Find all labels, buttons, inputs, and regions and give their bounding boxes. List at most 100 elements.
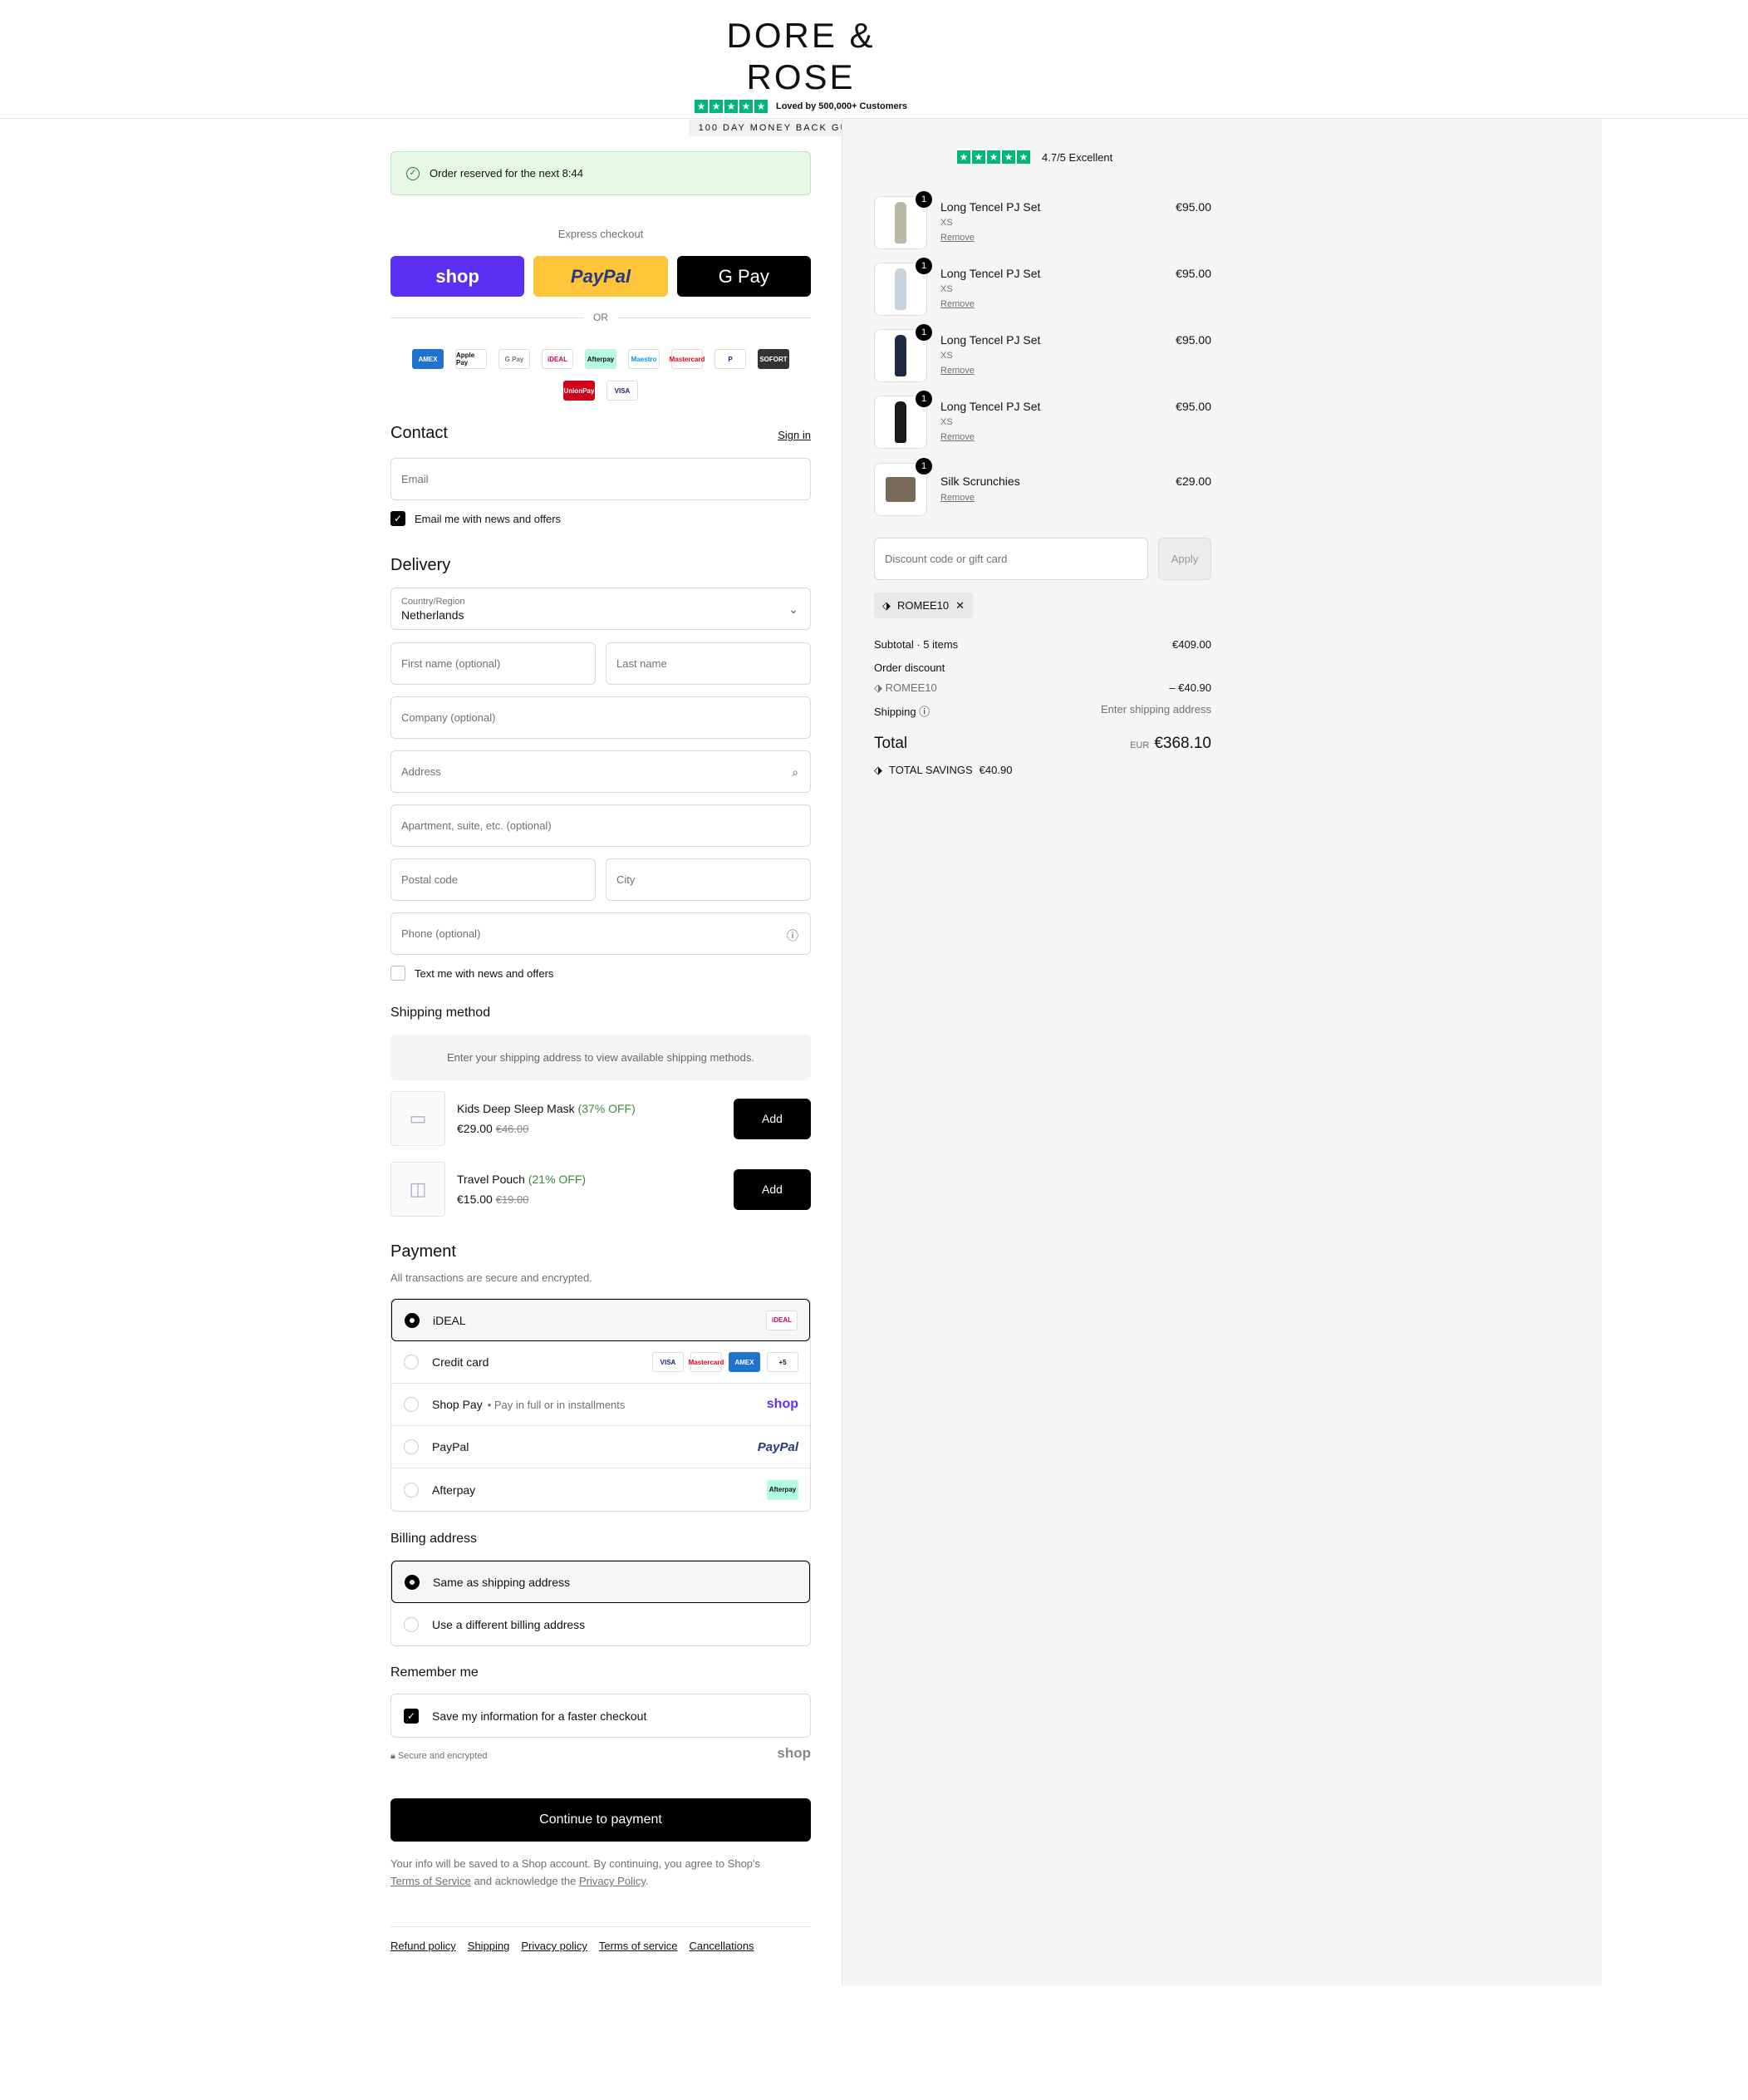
- radio-unselected-icon[interactable]: [404, 1482, 419, 1498]
- unionpay-icon: UnionPay: [563, 381, 595, 401]
- shipping-method-info: Enter your shipping address to view avai…: [390, 1035, 811, 1080]
- cart-item: 1 Long Tencel PJ Set XS Remove €95.00: [874, 258, 1211, 317]
- paypal-logo: PayPal: [757, 1439, 798, 1454]
- express-checkout-buttons: shop PayPal G Pay: [390, 256, 811, 297]
- continue-to-payment-button[interactable]: Continue to payment: [390, 1798, 811, 1842]
- billing-title: Billing address: [390, 1532, 478, 1546]
- sign-in-link[interactable]: Sign in: [778, 429, 811, 441]
- postal-code-field[interactable]: Postal code: [390, 858, 596, 901]
- quantity-badge: 1: [916, 391, 932, 407]
- visa-icon: VISA: [652, 1352, 684, 1372]
- mastercard-icon: Mastercard: [689, 1352, 724, 1372]
- sms-checkbox-row[interactable]: Text me with news and offers: [390, 966, 553, 981]
- shipping-method-title: Shipping method: [390, 1006, 491, 1020]
- remove-link[interactable]: Remove: [940, 432, 975, 442]
- maestro-icon: Maestro: [628, 349, 660, 369]
- apply-button[interactable]: Apply: [1158, 538, 1211, 580]
- phone-field[interactable]: Phone (optional) ⓘ: [390, 912, 811, 955]
- last-name-field[interactable]: Last name: [606, 642, 811, 685]
- order-discount-row: Order discount: [874, 661, 945, 674]
- help-icon[interactable]: ⓘ: [919, 706, 930, 718]
- trust-row: ★ ★ ★ ★ ★ Loved by 500,000+ Customers: [685, 100, 917, 113]
- secure-note: 🔒︎ Secure and encrypted: [390, 1751, 488, 1761]
- address-field[interactable]: Address ⌕: [390, 750, 811, 793]
- refund-policy-link[interactable]: Refund policy: [390, 1940, 456, 1952]
- sofort-icon: SOFORT: [758, 349, 789, 369]
- shop-pay-button[interactable]: shop: [390, 256, 525, 297]
- payment-option-afterpay[interactable]: Afterpay Afterpay: [391, 1468, 810, 1511]
- cart-item: 1 Silk Scrunchies Remove €29.00: [874, 458, 1211, 518]
- afterpay-icon: Afterpay: [767, 1479, 798, 1500]
- close-icon[interactable]: ✕: [955, 599, 965, 612]
- reserve-text: Order reserved for the next 8:44: [430, 167, 583, 180]
- privacy-link[interactable]: Privacy Policy: [579, 1875, 646, 1887]
- radio-selected-icon[interactable]: [405, 1312, 420, 1328]
- check-circle-icon: ✓: [406, 166, 420, 180]
- discount-code-row: ⬗ ROMEE10 – €40.90: [874, 681, 1211, 694]
- payment-option-ideal[interactable]: iDEAL iDEAL: [391, 1299, 810, 1341]
- payment-icons: AMEX Apple Pay G Pay iDEAL Afterpay Maes…: [390, 349, 811, 401]
- radio-unselected-icon[interactable]: [404, 1397, 419, 1412]
- ideal-icon: iDEAL: [542, 349, 573, 369]
- checkbox-unchecked-icon[interactable]: [390, 966, 405, 981]
- brand-name: DORE & ROSE: [726, 16, 876, 96]
- star-icon: ★: [1002, 150, 1015, 164]
- star-icon: ★: [1017, 150, 1030, 164]
- checkbox-checked-icon[interactable]: ✓: [404, 1708, 419, 1724]
- newsletter-checkbox-row[interactable]: ✓ Email me with news and offers: [390, 511, 561, 526]
- shop-logo: shop: [766, 1397, 798, 1411]
- remember-title: Remember me: [390, 1665, 479, 1680]
- checkbox-checked-icon[interactable]: ✓: [390, 511, 405, 526]
- star-icon: ★: [972, 150, 985, 164]
- billing-same-option[interactable]: Same as shipping address: [391, 1561, 810, 1603]
- country-select[interactable]: Country/Region Netherlands ⌄: [390, 588, 811, 630]
- payment-option-credit-card[interactable]: Credit card VISA Mastercard AMEX +5: [391, 1341, 810, 1384]
- remove-link[interactable]: Remove: [940, 366, 975, 376]
- save-info-row[interactable]: ✓ Save my information for a faster check…: [391, 1694, 810, 1737]
- payment-options: iDEAL iDEAL Credit card VISA Mastercard …: [390, 1298, 811, 1512]
- remove-link[interactable]: Remove: [940, 233, 975, 243]
- star-icon: ★: [724, 100, 738, 113]
- terms-link[interactable]: Terms of Service: [390, 1875, 471, 1887]
- add-sleep-mask-button[interactable]: Add: [734, 1098, 811, 1139]
- mastercard-icon: Mastercard: [670, 349, 705, 369]
- cancellations-link[interactable]: Cancellations: [690, 1940, 754, 1952]
- remove-link[interactable]: Remove: [940, 299, 975, 309]
- total-savings: ⬗ TOTAL SAVINGS €40.90: [874, 764, 1013, 776]
- help-icon[interactable]: ⓘ: [787, 927, 798, 944]
- billing-different-option[interactable]: Use a different billing address: [391, 1603, 810, 1645]
- star-icon: ★: [739, 100, 753, 113]
- trust-text: Loved by 500,000+ Customers: [775, 101, 908, 111]
- privacy-policy-link[interactable]: Privacy policy: [521, 1940, 587, 1952]
- quantity-badge: 1: [916, 458, 932, 475]
- travel-pouch-image: ◫: [390, 1162, 445, 1217]
- shipping-link[interactable]: Shipping: [468, 1940, 510, 1952]
- lock-icon: 🔒︎: [390, 1751, 395, 1761]
- radio-selected-icon[interactable]: [405, 1574, 420, 1590]
- apartment-field[interactable]: Apartment, suite, etc. (optional): [390, 804, 811, 847]
- company-field[interactable]: Company (optional): [390, 696, 811, 739]
- discount-input[interactable]: Discount code or gift card: [874, 538, 1148, 580]
- header: DORE & ROSE ★ ★ ★ ★ ★ Loved by 500,000+ …: [0, 0, 1748, 136]
- paypal-button[interactable]: PayPal: [533, 256, 668, 297]
- star-icon: ★: [987, 150, 1000, 164]
- billing-options: Same as shipping address Use a different…: [390, 1560, 811, 1646]
- total-row: Total EUR €368.10: [874, 735, 1211, 752]
- radio-unselected-icon[interactable]: [404, 1355, 419, 1370]
- payment-title: Payment: [390, 1242, 456, 1261]
- city-field[interactable]: City: [606, 858, 811, 901]
- email-field[interactable]: Email: [390, 458, 811, 500]
- radio-unselected-icon[interactable]: [404, 1439, 419, 1454]
- payment-option-shop-pay[interactable]: Shop Pay • Pay in full or in installment…: [391, 1384, 810, 1426]
- star-icon: ★: [694, 100, 708, 113]
- add-travel-pouch-button[interactable]: Add: [734, 1168, 811, 1210]
- payment-option-paypal[interactable]: PayPal PayPal: [391, 1426, 810, 1468]
- google-pay-button[interactable]: G Pay: [676, 256, 811, 297]
- radio-unselected-icon[interactable]: [404, 1616, 419, 1632]
- first-name-field[interactable]: First name (optional): [390, 642, 596, 685]
- shop-logo: shop: [777, 1745, 811, 1761]
- remove-link[interactable]: Remove: [940, 493, 975, 503]
- star-icon: ★: [754, 100, 768, 113]
- terms-of-service-link[interactable]: Terms of service: [599, 1940, 678, 1952]
- amex-icon: AMEX: [729, 1352, 760, 1372]
